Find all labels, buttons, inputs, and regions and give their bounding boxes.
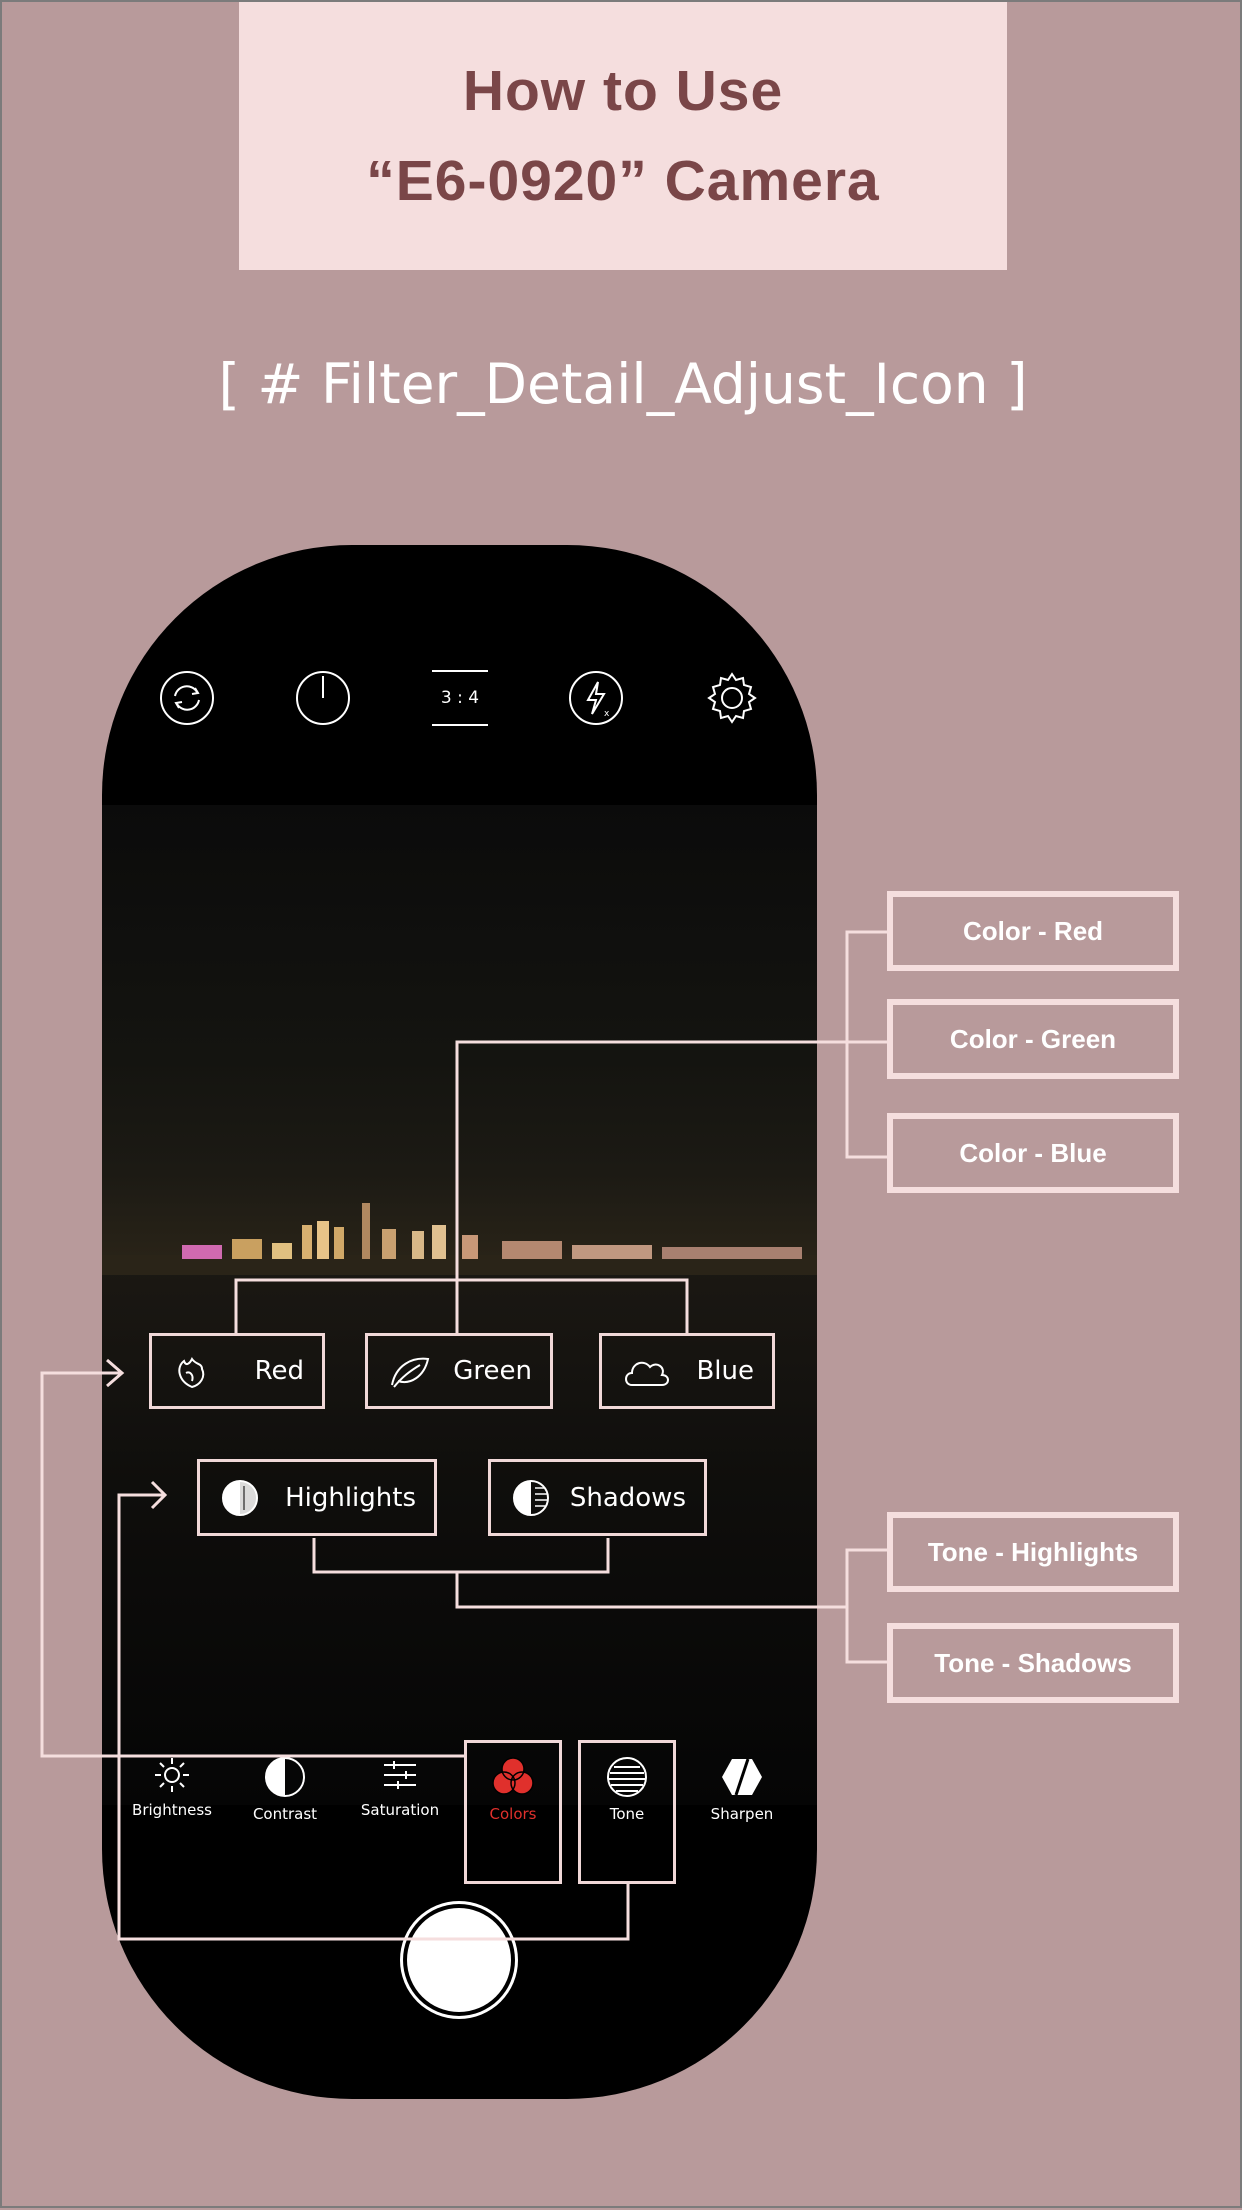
connector-lines <box>40 930 887 1941</box>
legend-color-red: Color - Red <box>887 891 1179 971</box>
legend-tone-shadows: Tone - Shadows <box>887 1623 1179 1703</box>
legend-color-green: Color - Green <box>887 999 1179 1079</box>
legend-tone-highlights: Tone - Highlights <box>887 1512 1179 1592</box>
legend-color-blue: Color - Blue <box>887 1113 1179 1193</box>
